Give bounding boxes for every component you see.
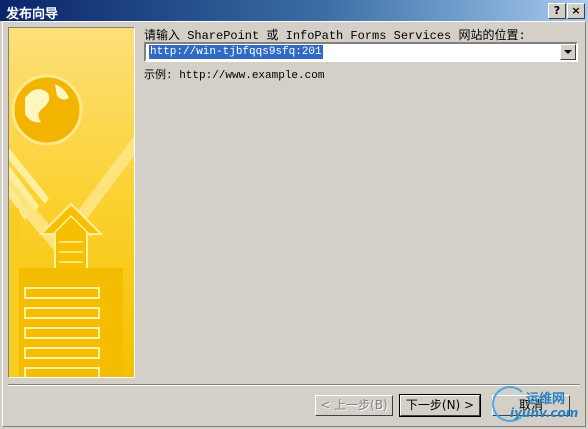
location-combobox[interactable]: http://win-tjbfqqs9sfq:201 <box>144 42 578 62</box>
watermark-text: 运维网 <box>526 392 566 407</box>
location-prompt: 请输入 SharePoint 或 InfoPath Forms Services… <box>144 29 526 43</box>
help-button[interactable]: ? <box>548 3 566 19</box>
watermark-domain: iyunv.com <box>510 406 579 420</box>
location-input[interactable]: http://win-tjbfqqs9sfq:201 <box>149 45 323 59</box>
dropdown-button[interactable] <box>560 44 576 60</box>
next-button[interactable]: 下一步(N) > <box>399 394 481 417</box>
watermark-logo: 运维网 iyunv.com <box>488 384 588 429</box>
close-button[interactable]: × <box>567 3 585 19</box>
title-bar: 发布向导 ? × <box>0 0 588 22</box>
chevron-down-icon <box>564 50 572 54</box>
example-text: 示例: http://www.example.com <box>144 70 325 82</box>
back-button[interactable]: < 上一步(B) <box>315 395 393 416</box>
window-title: 发布向导 <box>6 7 59 22</box>
wizard-banner-image <box>8 27 135 378</box>
